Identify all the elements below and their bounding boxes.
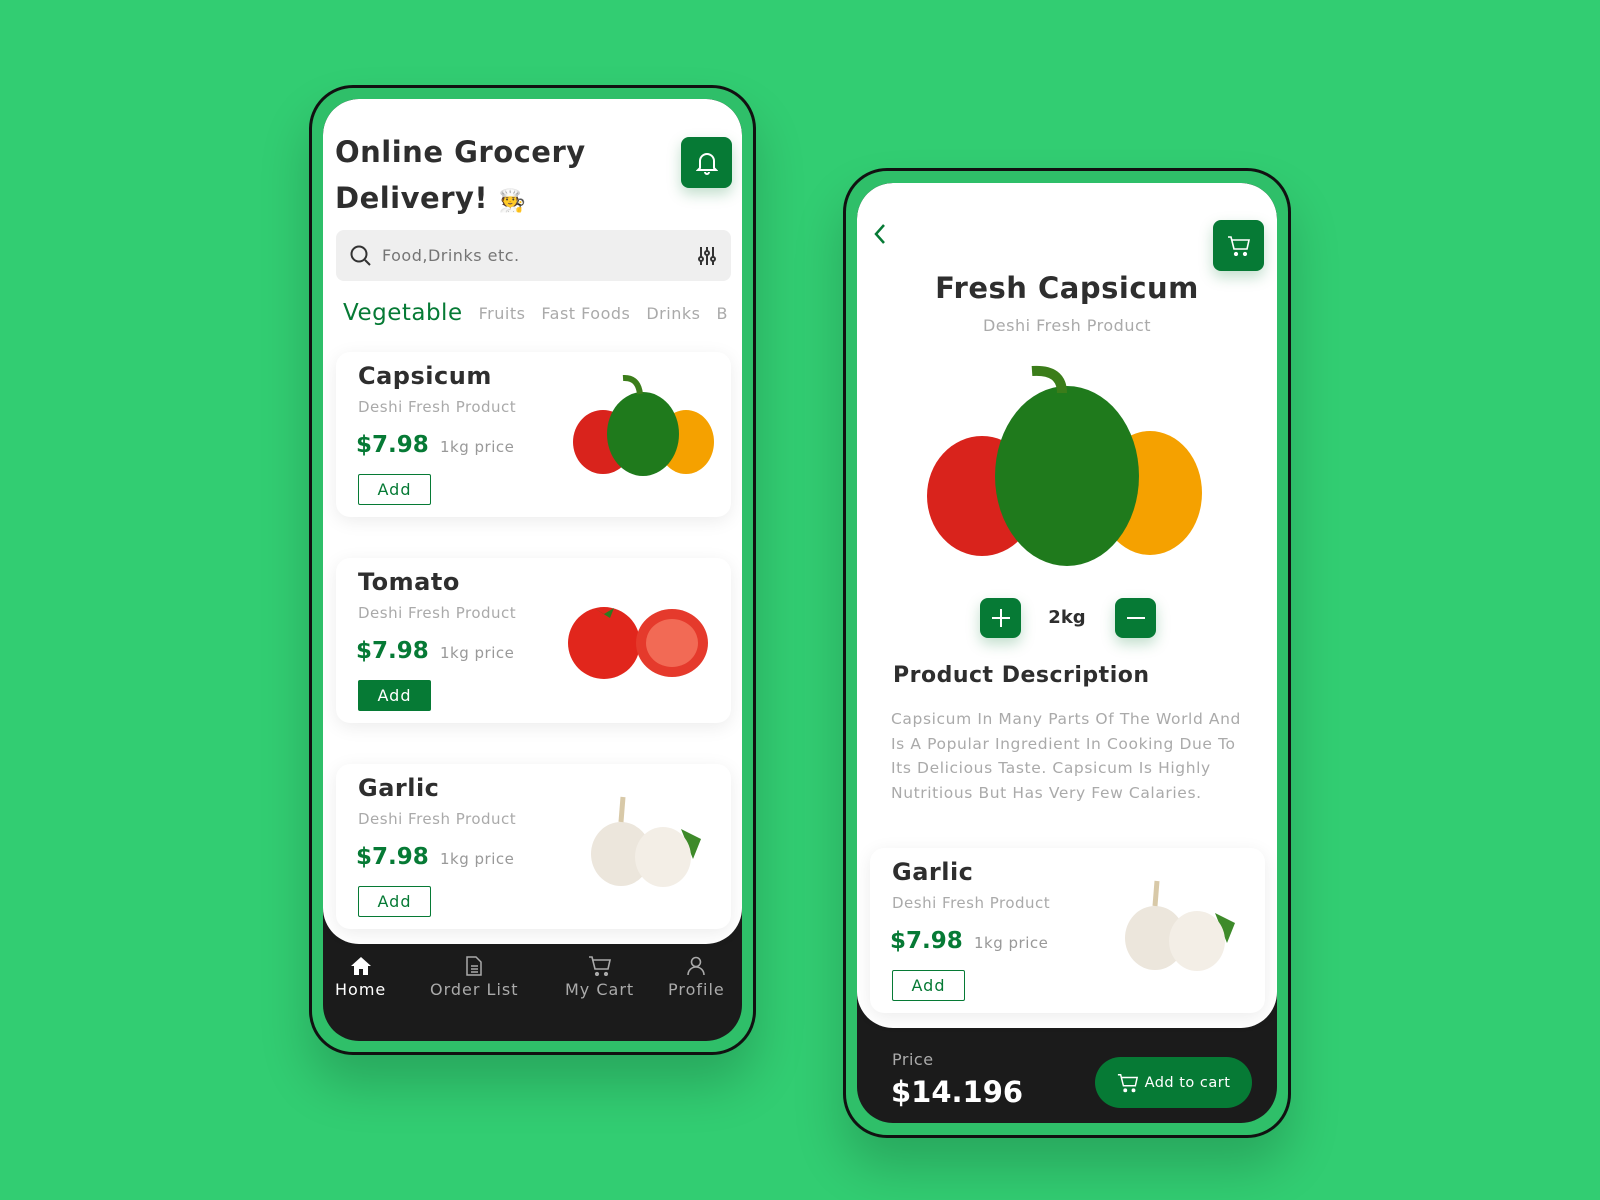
search-input[interactable] [382,246,697,265]
quantity-value: 2kg [1048,607,1086,628]
add-to-cart-label: Add to cart [1144,1074,1231,1091]
tab-drinks[interactable]: Drinks [646,304,700,323]
product-price: $7.98 [356,844,429,870]
product-unit: 1kg price [440,850,515,868]
product-subtitle: Deshi Fresh Product [982,316,1152,335]
cart-icon [1227,235,1250,256]
product-unit: 1kg price [440,438,515,456]
nav-label: Profile [668,980,725,999]
detail-screen: Fresh Capsicum Deshi Fresh Product 2kg P… [857,183,1277,1123]
product-title: Fresh Capsicum [935,271,1199,305]
add-to-cart-button[interactable]: Add to cart [1095,1057,1252,1108]
product-price: $7.98 [356,638,429,664]
increase-quantity-button[interactable] [980,598,1021,638]
product-unit: 1kg price [440,644,515,662]
product-unit: 1kg price [974,934,1049,952]
add-button[interactable]: Add [358,474,431,505]
home-screen: Online Grocery Delivery! 🧑‍🍳 Vegetable F… [323,99,742,1041]
product-description: Capsicum In Many Parts Of The World And … [891,710,1241,802]
nav-label: Home [335,980,387,999]
sliders-icon[interactable] [697,246,717,266]
nav-home[interactable]: Home [335,956,386,999]
back-arrow-icon[interactable] [873,223,887,245]
related-product-card[interactable]: Garlic Deshi Fresh Product $7.98 1kg pri… [870,848,1265,1013]
nav-my-cart[interactable]: My Cart [565,956,634,999]
category-tabs: Vegetable Fruits Fast Foods Drinks B [335,297,742,329]
product-name: Garlic [892,858,974,886]
user-icon [687,956,706,976]
minus-icon [1126,617,1145,619]
tab-vegetable[interactable]: Vegetable [343,300,463,326]
capsicum-image [573,374,714,476]
product-price: $7.98 [890,928,963,954]
add-button[interactable]: Add [358,886,431,917]
price-label: Price [892,1050,934,1069]
product-subtitle: Deshi Fresh Product [358,810,517,828]
add-button[interactable]: Add [892,970,965,1001]
title-line-1: Online Grocery [335,135,586,169]
description-heading: Product Description [893,663,1150,688]
product-card-tomato[interactable]: Tomato Deshi Fresh Product $7.98 1kg pri… [336,558,731,723]
tab-fast-foods[interactable]: Fast Foods [541,304,630,323]
home-content: Online Grocery Delivery! 🧑‍🍳 Vegetable F… [323,99,742,944]
decrease-quantity-button[interactable] [1115,598,1156,638]
garlic-image [591,796,701,887]
total-price: $14.196 [891,1075,1024,1109]
product-name: Garlic [358,774,440,802]
tomato-image [568,607,708,679]
chef-emoji: 🧑‍🍳 [498,189,527,214]
cart-icon [588,956,611,976]
product-name: Tomato [358,568,460,596]
cart-icon [1117,1073,1138,1092]
document-icon [466,956,483,976]
plus-icon [991,609,1010,627]
title-line-2: Delivery! [335,181,489,215]
garlic-image [1125,880,1235,971]
page-title: Online Grocery Delivery! 🧑‍🍳 [335,129,586,225]
nav-order-list[interactable]: Order List [430,956,519,999]
home-icon [350,957,371,975]
detail-content: Fresh Capsicum Deshi Fresh Product 2kg P… [857,183,1277,1028]
product-subtitle: Deshi Fresh Product [358,398,517,416]
product-subtitle: Deshi Fresh Product [358,604,517,622]
add-button[interactable]: Add [358,680,431,711]
product-name: Capsicum [358,362,492,390]
capsicum-hero-image [927,365,1202,566]
product-price: $7.98 [356,432,429,458]
detail-phone: Fresh Capsicum Deshi Fresh Product 2kg P… [843,168,1291,1138]
home-phone: Online Grocery Delivery! 🧑‍🍳 Vegetable F… [309,85,756,1055]
tab-more[interactable]: B [716,304,727,323]
product-subtitle: Deshi Fresh Product [892,894,1051,912]
product-card-capsicum[interactable]: Capsicum Deshi Fresh Product $7.98 1kg p… [336,352,731,517]
product-card-garlic[interactable]: Garlic Deshi Fresh Product $7.98 1kg pri… [336,764,731,929]
nav-label: Order List [430,980,519,999]
nav-profile[interactable]: Profile [668,956,725,999]
bell-icon [695,152,718,175]
notification-button[interactable] [681,137,732,188]
cart-button[interactable] [1213,220,1264,271]
search-icon [350,245,371,266]
tab-fruits[interactable]: Fruits [479,304,526,323]
nav-label: My Cart [565,980,635,999]
search-bar[interactable] [336,230,731,281]
